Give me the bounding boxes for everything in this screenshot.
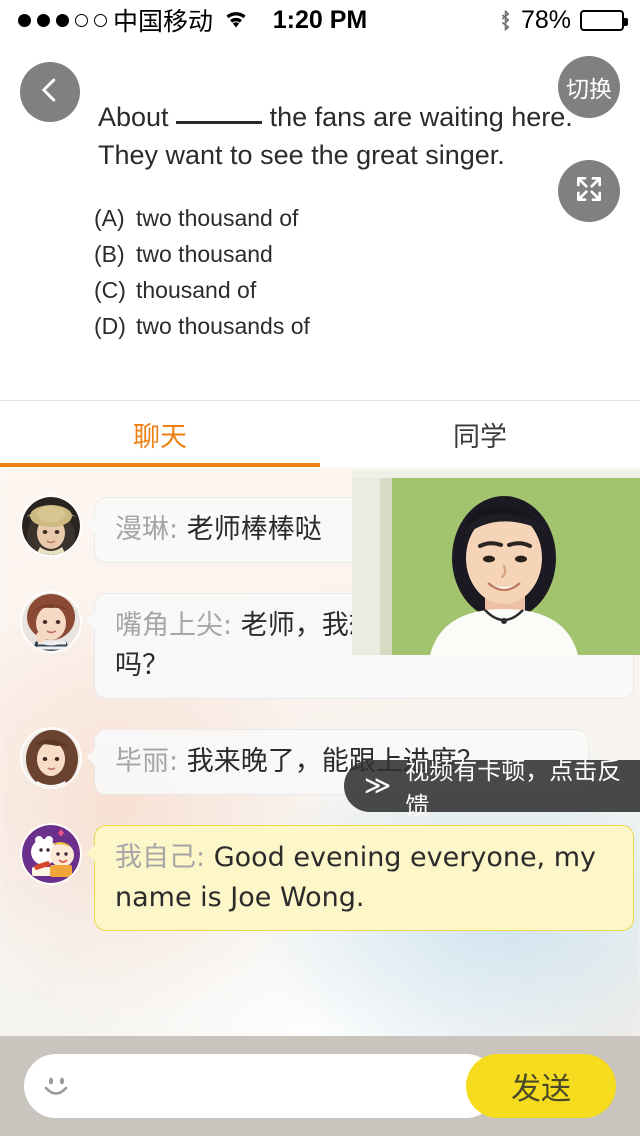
chat-message-own: 我自己: Good evening everyone, my name is J…: [22, 825, 634, 931]
chat-sender: 漫琳:: [115, 514, 179, 545]
tab-bar: 聊天 同学: [0, 401, 640, 467]
option-c-text: thousand of: [136, 277, 257, 303]
fullscreen-button[interactable]: [558, 160, 620, 222]
question-line1-after: the fans are waiting here.: [269, 102, 573, 132]
answer-option-c[interactable]: (C) thousand of: [94, 272, 554, 308]
toast-label: 视频有卡顿，点击反馈: [405, 757, 622, 820]
question-panel: 切换 About the fans are waiting here. They…: [0, 40, 640, 400]
double-chevron-right-icon: ≫: [364, 771, 392, 801]
message-input-bar: 发送: [0, 1036, 640, 1136]
wifi-icon: [223, 10, 249, 30]
signal-strength-dots: [18, 13, 107, 27]
chat-sender: 毕丽:: [115, 746, 179, 777]
tab-classmates-label: 同学: [453, 421, 507, 453]
option-b-key: (B): [94, 241, 125, 267]
question-line-2: They want to see the great singer.: [98, 140, 505, 170]
avatar-zuijiaoshangjian[interactable]: [22, 593, 80, 651]
avatar-bili[interactable]: [22, 729, 80, 787]
signal-dot-3: [56, 13, 69, 27]
app-root: 中国移动 1:20 PM 78% 切换 About the fans are w…: [0, 0, 640, 1136]
option-b-text: two thousand: [136, 241, 273, 267]
option-a-text: two thousand of: [136, 205, 299, 231]
battery-percent-label: 78%: [520, 5, 571, 34]
tab-chat-label: 聊天: [133, 421, 187, 453]
status-bar-left: 中国移动: [0, 2, 321, 38]
avatar-self[interactable]: [22, 825, 80, 883]
tab-classmates[interactable]: 同学: [320, 401, 640, 467]
send-button[interactable]: 发送: [466, 1054, 616, 1118]
chat-sender: 我自己:: [115, 842, 206, 873]
switch-button-label: 切换: [566, 77, 612, 103]
expand-arrows-icon: [573, 173, 605, 210]
question-line-1: About the fans are waiting here.: [98, 98, 573, 136]
signal-dot-2: [37, 13, 50, 27]
message-input-wrapper[interactable]: [24, 1054, 498, 1118]
chat-sender: 嘴角上尖:: [115, 610, 233, 641]
answer-option-b[interactable]: (B) two thousand: [94, 236, 554, 272]
battery-icon: [580, 9, 628, 31]
option-a-key: (A): [94, 205, 125, 231]
chevron-left-icon: [35, 75, 65, 110]
signal-dot-5: [94, 13, 107, 27]
avatar-manlin[interactable]: [22, 497, 80, 555]
answer-option-d[interactable]: (D) two thousands of: [94, 308, 554, 344]
chat-bubble-own: 我自己: Good evening everyone, my name is J…: [86, 825, 634, 931]
option-c-key: (C): [94, 277, 126, 303]
carrier-name: 中国移动: [113, 7, 214, 36]
message-input[interactable]: [88, 1056, 498, 1116]
answer-options-list: (A) two thousand of (B) two thousand (C)…: [94, 200, 554, 344]
bluetooth-icon: [499, 9, 512, 32]
video-lag-feedback-toast[interactable]: ≫ 视频有卡顿，点击反馈: [344, 757, 640, 820]
tab-chat[interactable]: 聊天: [0, 401, 320, 467]
question-line1-before: About: [98, 102, 169, 132]
signal-dot-4: [75, 13, 88, 27]
status-bar-right: 78%: [321, 6, 640, 35]
answer-blank: [176, 121, 263, 124]
signal-dot-1: [18, 13, 31, 27]
option-d-text: two thousands of: [136, 313, 310, 339]
option-d-key: (D): [94, 313, 126, 339]
back-button[interactable]: [20, 62, 80, 122]
smiley-icon[interactable]: [24, 1069, 88, 1103]
teacher-video-feed[interactable]: [352, 470, 640, 655]
status-bar: 中国移动 1:20 PM 78%: [0, 0, 640, 40]
chat-text: 老师棒棒哒: [186, 514, 322, 545]
question-text: About the fans are waiting here. They wa…: [98, 98, 573, 174]
answer-option-a[interactable]: (A) two thousand of: [94, 200, 554, 236]
